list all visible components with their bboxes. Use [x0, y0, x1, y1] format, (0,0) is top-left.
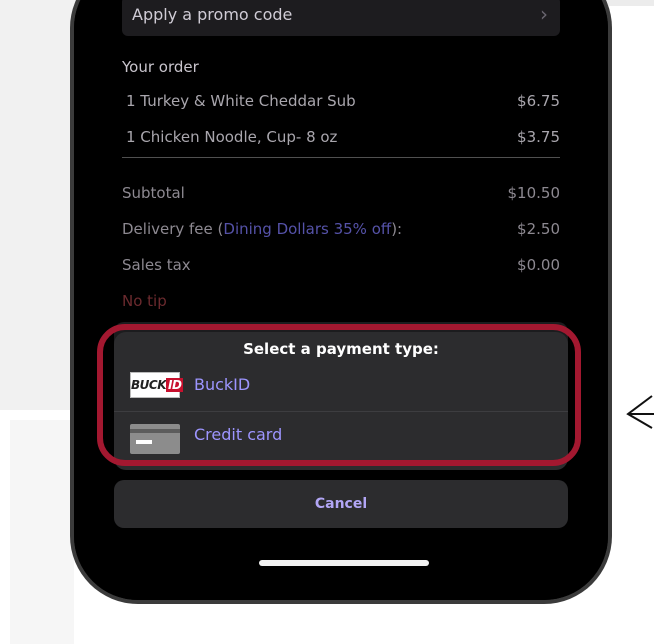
order-item: 1 Turkey & White Cheddar Sub $6.75: [126, 92, 566, 110]
subtotal-row: Subtotal $10.50: [122, 184, 560, 202]
annotation-arrow-icon: [626, 395, 654, 429]
background-panel-left-lower: [10, 420, 74, 644]
sales-tax-value: $0.00: [517, 256, 560, 274]
tip-selector[interactable]: No tip: [122, 292, 167, 310]
order-item-price: $6.75: [517, 92, 560, 110]
chevron-right-icon: ›: [540, 2, 548, 26]
order-section-title: Your order: [122, 58, 199, 76]
home-indicator[interactable]: [259, 560, 429, 566]
delivery-fee-row: Delivery fee (Dining Dollars 35% off): $…: [122, 220, 560, 238]
order-item-price: $3.75: [517, 128, 560, 146]
delivery-fee-label: Delivery fee (Dining Dollars 35% off):: [122, 220, 402, 238]
checkout-screen: Apply a promo code › Your order 1 Turkey…: [74, 0, 608, 600]
delivery-fee-prefix: Delivery fee (: [122, 220, 224, 238]
promo-code-row[interactable]: Apply a promo code ›: [122, 0, 560, 36]
annotation-highlight-ring: [97, 324, 581, 466]
delivery-fee-value: $2.50: [517, 220, 560, 238]
dining-dollars-discount-link[interactable]: Dining Dollars 35% off: [223, 220, 391, 238]
cancel-button[interactable]: Cancel: [114, 480, 568, 528]
subtotal-value: $10.50: [507, 184, 561, 202]
promo-code-label: Apply a promo code: [132, 5, 293, 24]
sales-tax-label: Sales tax: [122, 256, 191, 274]
order-item: 1 Chicken Noodle, Cup- 8 oz $3.75: [126, 128, 566, 146]
delivery-fee-suffix: ):: [391, 220, 403, 238]
order-item-name: 1 Chicken Noodle, Cup- 8 oz: [126, 128, 338, 146]
phone-frame: Apply a promo code › Your order 1 Turkey…: [70, 0, 612, 604]
order-divider: [122, 157, 560, 158]
order-item-name: 1 Turkey & White Cheddar Sub: [126, 92, 356, 110]
phone-screen-bezel: Apply a promo code › Your order 1 Turkey…: [74, 0, 608, 600]
sales-tax-row: Sales tax $0.00: [122, 256, 560, 274]
subtotal-label: Subtotal: [122, 184, 185, 202]
